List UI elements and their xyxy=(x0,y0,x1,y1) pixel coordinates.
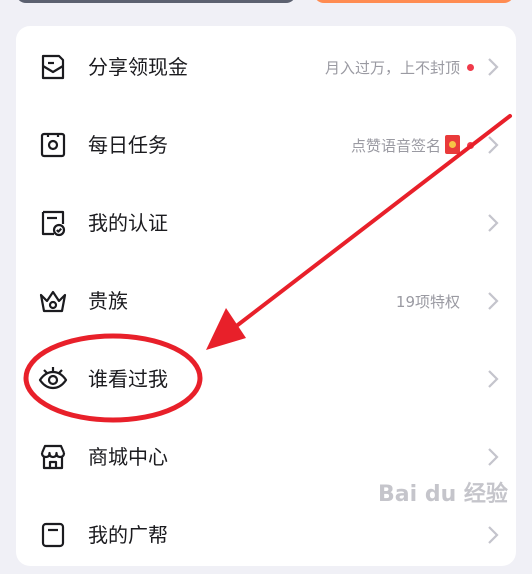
chevron-right-icon xyxy=(486,212,500,234)
share-envelope-icon xyxy=(38,52,68,82)
chevron-right-icon xyxy=(486,134,500,156)
watermark: Bai du 经验 xyxy=(378,482,508,507)
chevron-right-icon xyxy=(486,524,500,546)
top-right-banner-button[interactable] xyxy=(314,0,514,3)
chevron-right-icon xyxy=(486,56,500,78)
menu-item-label: 我的广帮 xyxy=(88,523,168,547)
crown-icon xyxy=(38,286,68,316)
menu-item-label: 每日任务 xyxy=(88,133,168,157)
menu-item-nobility[interactable]: 贵族 19项特权 xyxy=(16,262,516,340)
certification-icon xyxy=(38,208,68,238)
partial-icon xyxy=(38,520,68,550)
chevron-right-icon xyxy=(486,368,500,390)
menu-item-label: 我的认证 xyxy=(88,211,168,235)
menu-item-subtitle-wrap: 点赞语音签名 xyxy=(350,135,460,156)
daily-task-icon xyxy=(38,130,68,160)
menu-item-who-viewed-me[interactable]: 谁看过我 xyxy=(16,340,516,418)
menu-item-label: 商城中心 xyxy=(88,445,168,469)
top-action-strip xyxy=(0,0,532,22)
notification-dot xyxy=(467,64,474,71)
menu-item-label: 贵族 xyxy=(88,289,128,313)
eye-icon xyxy=(38,364,68,394)
menu-item-subtitle: 月入过万，上不封顶 xyxy=(324,59,460,77)
menu-item-certification[interactable]: 我的认证 xyxy=(16,184,516,262)
menu-item-label: 谁看过我 xyxy=(88,367,168,391)
chevron-right-icon xyxy=(486,290,500,312)
menu-item-subtitle: 19项特权 xyxy=(395,293,460,311)
notification-dot xyxy=(467,142,474,149)
store-icon xyxy=(38,442,68,472)
menu-item-subtitle: 点赞语音签名 xyxy=(350,137,441,155)
menu-item-label: 分享领现金 xyxy=(88,55,188,79)
menu-item-daily-tasks[interactable]: 每日任务 点赞语音签名 xyxy=(16,106,516,184)
top-left-banner-button[interactable] xyxy=(16,0,296,3)
chevron-right-icon xyxy=(486,446,500,468)
menu-item-share-cash[interactable]: 分享领现金 月入过万，上不封顶 xyxy=(16,28,516,106)
red-packet-icon xyxy=(445,135,460,154)
